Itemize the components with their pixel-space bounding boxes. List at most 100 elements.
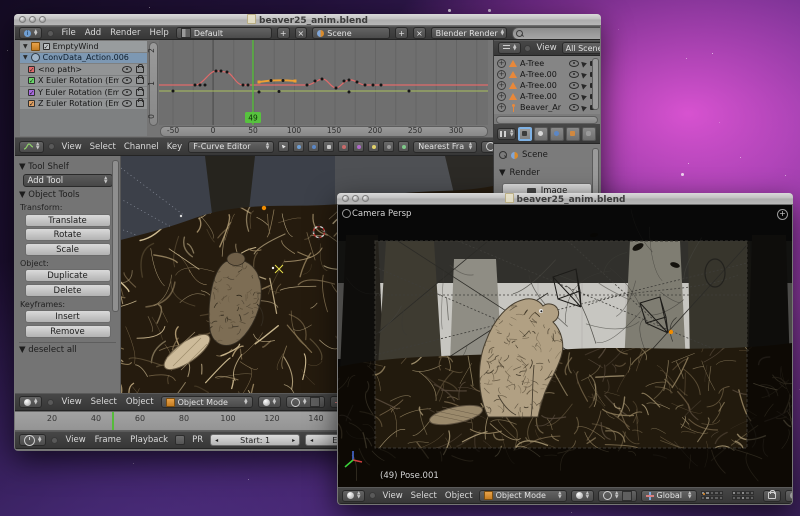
snap-mode-selector[interactable]: Nearest Fra▲▼	[413, 141, 477, 153]
menu-view[interactable]: View	[59, 397, 83, 407]
expand-icon[interactable]: +	[497, 92, 506, 101]
deselect-all-panel-header[interactable]: ▼ deselect all	[19, 342, 116, 355]
editor-type-properties-button[interactable]: ▲▼	[497, 128, 516, 140]
remove-keyframe-button[interactable]: Remove	[25, 325, 111, 338]
properties-tab-world[interactable]	[550, 127, 564, 141]
tree-trunk[interactable]	[688, 241, 754, 365]
outliner-item-tree[interactable]: +A-Tree.00	[494, 69, 600, 80]
region-expand-icon[interactable]: +	[777, 209, 788, 220]
filter-armature-icon[interactable]	[383, 141, 394, 152]
channel-visibility-icon[interactable]	[122, 77, 132, 84]
expand-icon[interactable]: +	[497, 103, 506, 112]
start-frame-field[interactable]: ◂Start: 1▸	[210, 434, 300, 446]
expand-icon[interactable]: +	[497, 70, 506, 79]
expand-icon[interactable]: +	[497, 81, 506, 90]
collapse-menus-icon[interactable]	[369, 492, 376, 499]
menu-select[interactable]: Select	[89, 397, 119, 407]
filter-texture-icon[interactable]	[353, 141, 364, 152]
front-window[interactable]: beaver25_anim.blend	[337, 193, 793, 505]
collapse-menus-icon[interactable]	[47, 30, 54, 37]
scene-delete-button[interactable]: ×	[413, 27, 426, 39]
channel-row-nopath[interactable]: ✓ <no path>	[20, 64, 147, 75]
graph-mode-selector[interactable]: F-Curve Editor▲▼	[188, 141, 274, 153]
menu-select[interactable]: Select	[88, 142, 118, 152]
expand-icon[interactable]: ▼	[23, 43, 28, 50]
layers-grid-secondary[interactable]	[732, 491, 759, 501]
filter-world-icon[interactable]	[308, 141, 319, 152]
graph-vertical-scrollbar[interactable]: 2 1 0	[147, 40, 159, 137]
properties-tab-render[interactable]	[518, 127, 532, 141]
editor-type-info-button[interactable]: i▲▼	[19, 27, 42, 39]
translate-button[interactable]: Translate	[25, 214, 111, 227]
outliner-item-armature[interactable]: +Beaver_Ar	[494, 102, 600, 113]
visibility-icon[interactable]	[569, 60, 579, 67]
channel-checkbox[interactable]: ✓	[28, 100, 35, 107]
insert-keyframe-button[interactable]: Insert	[25, 310, 111, 323]
visibility-icon[interactable]	[569, 93, 579, 100]
collapse-menus-icon[interactable]	[51, 437, 58, 444]
fcurve-graph-canvas[interactable]: 49	[159, 40, 488, 125]
camera-viewport[interactable]: Camera Persp + (49) Pose.001	[338, 205, 792, 487]
timeline-playhead[interactable]	[112, 412, 114, 430]
screen-layout-selector[interactable]: Default	[176, 27, 272, 39]
duplicate-button[interactable]: Duplicate	[25, 269, 111, 282]
channel-checkbox[interactable]: ✓	[28, 66, 35, 73]
properties-tab-constraints[interactable]	[582, 127, 596, 141]
outliner-horizontal-scrollbar[interactable]	[496, 116, 598, 124]
expand-icon[interactable]: +	[497, 59, 506, 68]
filter-group-icon[interactable]	[398, 141, 409, 152]
channel-visibility-icon[interactable]	[122, 66, 132, 73]
rotate-button[interactable]: Rotate	[25, 228, 111, 241]
collapse-menus-icon[interactable]	[47, 399, 54, 406]
layers-grid[interactable]	[701, 491, 728, 501]
filter-lamp-icon[interactable]	[368, 141, 379, 152]
properties-tab-object[interactable]	[566, 127, 580, 141]
menu-playback[interactable]: Playback	[128, 435, 170, 445]
selectable-icon[interactable]	[581, 71, 588, 78]
screen-layout-add-button[interactable]: +	[277, 27, 290, 39]
channel-checkbox[interactable]: ✓	[28, 77, 35, 84]
fcurve-x-rotation[interactable]	[159, 71, 488, 88]
menu-view[interactable]: View	[63, 435, 87, 445]
shading-selector[interactable]: ▲▼	[571, 490, 594, 502]
visibility-icon[interactable]	[569, 82, 579, 89]
editor-type-graph-button[interactable]: ▲▼	[19, 141, 44, 153]
pin-icon[interactable]	[499, 151, 507, 159]
screen-layout-delete-button[interactable]: ×	[295, 27, 308, 39]
tree-trunk[interactable]	[378, 241, 442, 367]
properties-tab-scene[interactable]	[534, 127, 548, 141]
selectable-icon[interactable]	[581, 104, 588, 111]
channel-row-z-euler[interactable]: ✓ Z Euler Rotation (EmptyWi	[20, 99, 147, 110]
menu-object[interactable]: Object	[124, 397, 156, 407]
editor-type-outliner-button[interactable]: ▲▼	[498, 42, 521, 54]
menu-help[interactable]: Help	[147, 28, 170, 38]
menu-render[interactable]: Render	[108, 28, 142, 38]
selected-curve-segment[interactable]	[259, 80, 295, 82]
pivot-point-selector[interactable]: ▲▼	[481, 141, 493, 153]
back-window-titlebar[interactable]: beaver25_anim.blend	[14, 14, 601, 26]
add-tool-dropdown[interactable]: Add Tool▲▼	[23, 174, 113, 187]
channel-visibility-icon[interactable]	[122, 100, 132, 107]
channel-checkbox[interactable]: ✓	[28, 89, 35, 96]
outliner-item-tree[interactable]: +A-Tree	[494, 58, 600, 69]
object-tools-panel-header[interactable]: ▼ Object Tools	[19, 190, 116, 200]
channel-lock-icon[interactable]	[136, 66, 144, 73]
outliner-filter-selector[interactable]: All Scenes	[562, 42, 600, 54]
expand-icon[interactable]: ▼	[23, 54, 28, 61]
menu-frame[interactable]: Frame	[93, 435, 123, 445]
editor-type-timeline-button[interactable]: ▲▼	[19, 434, 46, 446]
menu-add[interactable]: Add	[83, 28, 103, 38]
mode-selector[interactable]: Object Mode▲▼	[479, 490, 567, 502]
outliner-item-tree[interactable]: +A-Tree.00	[494, 91, 600, 102]
menu-object[interactable]: Object	[443, 491, 475, 501]
selectable-icon[interactable]	[581, 60, 588, 67]
collapse-menus-icon[interactable]	[48, 143, 55, 150]
mode-selector[interactable]: Object Mode▲▼	[161, 396, 253, 408]
menu-select[interactable]: Select	[409, 491, 439, 501]
scene-selector[interactable]: Scene	[312, 27, 390, 39]
lock-to-scene-button[interactable]	[763, 490, 781, 502]
channel-row-y-euler[interactable]: ✓ Y Euler Rotation (EmptyWi	[20, 87, 147, 98]
channel-lock-icon[interactable]	[136, 77, 144, 84]
render-engine-selector[interactable]: Blender Render▲▼	[431, 27, 507, 39]
scale-button[interactable]: Scale	[25, 243, 111, 256]
